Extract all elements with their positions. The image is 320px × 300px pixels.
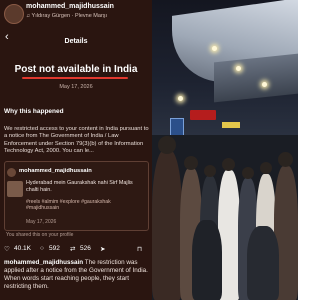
crowd-head — [222, 158, 235, 171]
heart-icon[interactable]: ♡ — [4, 245, 10, 253]
post-date: May 17, 2026 — [26, 219, 57, 225]
shared-note: You shared this on your profile — [6, 232, 74, 238]
street-light — [178, 96, 183, 101]
crowd-head — [184, 156, 198, 170]
yellow-sign — [222, 122, 240, 128]
crowd-head — [204, 165, 216, 177]
post-hashtags: #reels #almim #explore #gaurakshak #maji… — [26, 199, 111, 212]
send-icon[interactable]: ➤ — [100, 245, 105, 253]
crowd-video-frame — [152, 0, 298, 300]
post-username: mohammed_majidhussain — [19, 168, 92, 174]
shares-count: 526 — [80, 245, 91, 252]
top-username[interactable]: mohammed_majidhussain — [26, 3, 114, 10]
post-caption: Hyderabad mein Gaurakshak nahi Sirf Majl… — [26, 180, 133, 193]
profile-avatar[interactable] — [4, 4, 24, 24]
crowd-head — [242, 167, 254, 179]
street-light — [262, 82, 267, 87]
red-underline-annotation — [22, 77, 128, 79]
instagram-details-panel: mohammed_majidhussain ♫ Yıldıray Gürgen … — [0, 0, 152, 300]
crowd-head — [278, 152, 293, 167]
repost-icon[interactable]: ⇄ — [70, 245, 75, 253]
crowd-head — [158, 136, 176, 154]
bookmark-icon[interactable]: ⊓ — [137, 245, 142, 253]
reason-text[interactable]: We restricted access to your content in … — [4, 126, 150, 155]
page-title: Details — [64, 38, 88, 45]
crowd-person — [152, 150, 182, 300]
screenshot-frame: mohammed_majidhussain ♫ Yıldıray Gürgen … — [0, 0, 298, 300]
post-thumbnail — [7, 181, 23, 197]
red-sign — [190, 110, 216, 120]
status-card — [0, 54, 152, 108]
why-heading: Why this happened — [4, 108, 64, 115]
crowd-head — [260, 162, 272, 174]
crowd-person — [247, 226, 279, 300]
caption-username[interactable]: mohammed_majidhussain — [4, 259, 83, 266]
post-caption-block: mohammed_majidhussain The restriction wa… — [4, 259, 152, 291]
post-avatar — [7, 168, 16, 177]
likes-count: 40.1K — [14, 245, 31, 252]
street-light — [212, 46, 217, 51]
status-title: Post not available in India — [14, 64, 138, 75]
crowd-person — [192, 220, 222, 300]
street-light — [236, 66, 241, 71]
status-date: May 17, 2026 — [59, 84, 93, 90]
music-label[interactable]: ♫ Yıldıray Gürgen · Plevne Marşı — [26, 13, 107, 19]
comment-icon[interactable]: ○ — [40, 245, 44, 252]
comments-count: 592 — [49, 245, 60, 252]
